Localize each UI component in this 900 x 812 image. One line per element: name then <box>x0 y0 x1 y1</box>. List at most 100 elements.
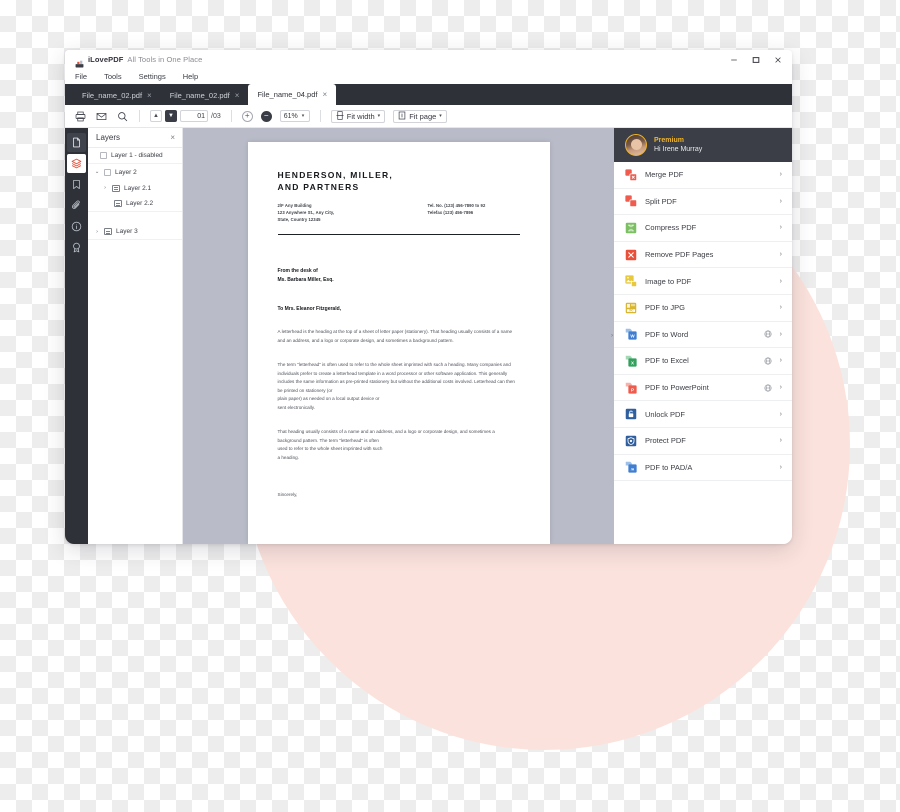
page-number-input[interactable]: 01 <box>180 110 208 122</box>
chevron-right-icon[interactable]: › <box>102 185 108 191</box>
chevron-right-icon: › <box>779 304 782 312</box>
layer-label: Layer 3 <box>116 228 138 235</box>
layer-row-1[interactable]: Layer 1 - disabled <box>88 148 182 164</box>
layer-label: Layer 2 <box>115 168 137 176</box>
tool-item-split-pdf[interactable]: Split PDF › <box>614 189 792 216</box>
tool-label: Split PDF <box>645 196 677 206</box>
next-page-button[interactable]: ▼ <box>165 110 177 122</box>
chevron-right-icon[interactable]: › <box>94 229 100 235</box>
tool-label: Protect PDF <box>645 436 686 446</box>
avatar[interactable] <box>625 134 647 156</box>
tool-item-unlock-pdf[interactable]: Unlock PDF › <box>614 401 792 428</box>
layer-row-2-1[interactable]: › Layer 2.1 <box>88 180 182 196</box>
previous-page-button[interactable]: ▲ <box>150 110 162 122</box>
letter-paragraph-1: A letterhead is the heading at the top o… <box>277 329 513 343</box>
fit-page-button[interactable]: Fit page ▾ <box>393 109 447 123</box>
layer-checkbox[interactable] <box>104 168 111 176</box>
account-plan-badge: Premium <box>654 136 684 144</box>
rail-info-icon[interactable] <box>67 217 86 236</box>
letterhead-telephone: Tel. No. (123) 456-7890 to 92 Telefax (1… <box>428 202 486 224</box>
close-icon[interactable]: × <box>170 133 175 142</box>
rail-attachment-icon[interactable] <box>67 196 86 215</box>
sender-line-2: Ms. Barbara Miller, Esq. <box>277 276 334 283</box>
letterhead-divider <box>277 233 520 236</box>
rail-bookmark-icon[interactable] <box>67 175 86 194</box>
pdf-to-pdfa-icon: /A <box>625 461 637 473</box>
layer-row-3[interactable]: › Layer 3 <box>88 224 182 240</box>
ilovepdf-logo-icon <box>75 55 84 68</box>
letter-salutation: To Mrs. Eleanor Fitzgerald, <box>277 306 342 313</box>
tool-item-remove-pdf-pages[interactable]: Remove PDF Pages › <box>614 242 792 269</box>
menu-item-file[interactable]: File <box>75 72 87 81</box>
tool-item-pdf-to-powerpoint[interactable]: P PDF to PowerPoint › <box>614 375 792 402</box>
print-icon[interactable] <box>74 110 87 123</box>
tool-item-merge-pdf[interactable]: Merge PDF › <box>614 162 792 189</box>
tool-item-pdf-to-word[interactable]: W PDF to Word › <box>614 322 792 349</box>
fit-width-icon <box>336 110 344 122</box>
svg-text:P: P <box>631 387 634 392</box>
tool-item-image-to-pdf[interactable]: Image to PDF › <box>614 268 792 295</box>
toolbar-divider <box>139 110 140 122</box>
tool-item-compress-pdf[interactable]: Compress PDF › <box>614 215 792 242</box>
zoom-out-button[interactable]: − <box>260 110 272 122</box>
layer-row-2-2[interactable]: Layer 2.2 <box>88 196 182 212</box>
pdf-to-word-icon: W <box>625 328 637 340</box>
tool-label: Unlock PDF <box>645 409 686 419</box>
tool-item-pdf-to-pdfa[interactable]: /A PDF to PAD/A › <box>614 455 792 482</box>
image-to-pdf-icon <box>625 275 637 288</box>
document-toolbar: ▲ ▼ 01 /03 + − 61% ▾ Fit width ▾ Fit pag… <box>65 105 792 128</box>
chevron-down-icon[interactable]: ⌄ <box>94 169 100 175</box>
svg-text:/A: /A <box>631 468 635 472</box>
maximize-button[interactable] <box>751 55 760 64</box>
rail-signature-icon[interactable] <box>67 238 86 257</box>
letterhead-address: 2/F Any Building 123 Anywhere St., Any C… <box>278 202 428 224</box>
toolbar-divider <box>230 110 232 122</box>
envelope-icon[interactable] <box>95 110 108 123</box>
zoom-level-select[interactable]: 61% ▾ <box>279 110 310 122</box>
brand-tagline: All Tools in One Place <box>127 55 203 64</box>
fit-width-button[interactable]: Fit width ▾ <box>330 109 386 123</box>
svg-text:W: W <box>630 334 635 339</box>
menu-item-help[interactable]: Help <box>183 72 198 81</box>
menu-item-tools[interactable]: Tools <box>104 72 122 81</box>
layer-label: Layer 2.1 <box>124 184 152 192</box>
tab-close-icon[interactable]: × <box>147 91 152 100</box>
chevron-down-icon: ▾ <box>377 113 381 119</box>
chevron-right-icon: › <box>779 463 782 471</box>
pdf-page: HENDERSON, MILLER, AND PARTNERS 2/F Any … <box>247 142 550 544</box>
zoom-in-button[interactable]: + <box>241 110 253 122</box>
tool-label: PDF to JPG <box>645 303 686 313</box>
letterhead-title: HENDERSON, MILLER, AND PARTNERS <box>278 169 520 194</box>
tool-label: PDF to Word <box>645 329 689 339</box>
minimize-button[interactable] <box>729 55 738 64</box>
layer-checkbox[interactable] <box>100 152 107 159</box>
page-total-label: /03 <box>211 112 221 120</box>
chevron-right-icon: › <box>779 330 782 338</box>
screenshot-root: iLovePDF All Tools in One Place File Too… <box>0 0 900 812</box>
tab-file-1[interactable]: File_name_02.pdf × <box>73 86 161 105</box>
document-viewer[interactable]: HENDERSON, MILLER, AND PARTNERS 2/F Any … <box>183 128 614 544</box>
tool-item-pdf-to-jpg[interactable]: JPG PDF to JPG › <box>614 295 792 322</box>
account-bar[interactable]: Premium Hi Irene Murray <box>614 128 792 162</box>
tab-label: File_name_02.pdf <box>82 91 143 100</box>
rail-layers-icon[interactable] <box>67 154 86 173</box>
close-button[interactable] <box>773 55 782 64</box>
toolbar-divider <box>319 110 321 122</box>
layer-row-2[interactable]: ⌄ Layer 2 <box>88 164 182 180</box>
rail-pages-icon[interactable] <box>67 133 86 152</box>
tab-close-icon[interactable]: × <box>322 90 327 99</box>
tool-item-pdf-to-excel[interactable]: X PDF to Excel › <box>614 348 792 375</box>
tool-item-protect-pdf[interactable]: Protect PDF › <box>614 428 792 455</box>
panel-collapse-handle[interactable]: › <box>610 333 614 339</box>
tab-label: File_name_04.pdf <box>257 90 318 99</box>
tab-close-icon[interactable]: × <box>235 91 240 100</box>
tab-file-2[interactable]: File_name_02.pdf × <box>161 86 249 105</box>
globe-icon <box>764 384 772 392</box>
tool-label: Remove PDF Pages <box>645 250 714 260</box>
menu-item-settings[interactable]: Settings <box>139 72 166 81</box>
brand-name: iLovePDF <box>88 55 124 64</box>
search-icon[interactable] <box>116 110 129 123</box>
menu-bar: File Tools Settings Help <box>65 69 792 84</box>
letter-sender: From the desk of Ms. Barbara Miller, Esq… <box>278 267 520 284</box>
tab-file-3[interactable]: File_name_04.pdf × <box>248 84 337 105</box>
